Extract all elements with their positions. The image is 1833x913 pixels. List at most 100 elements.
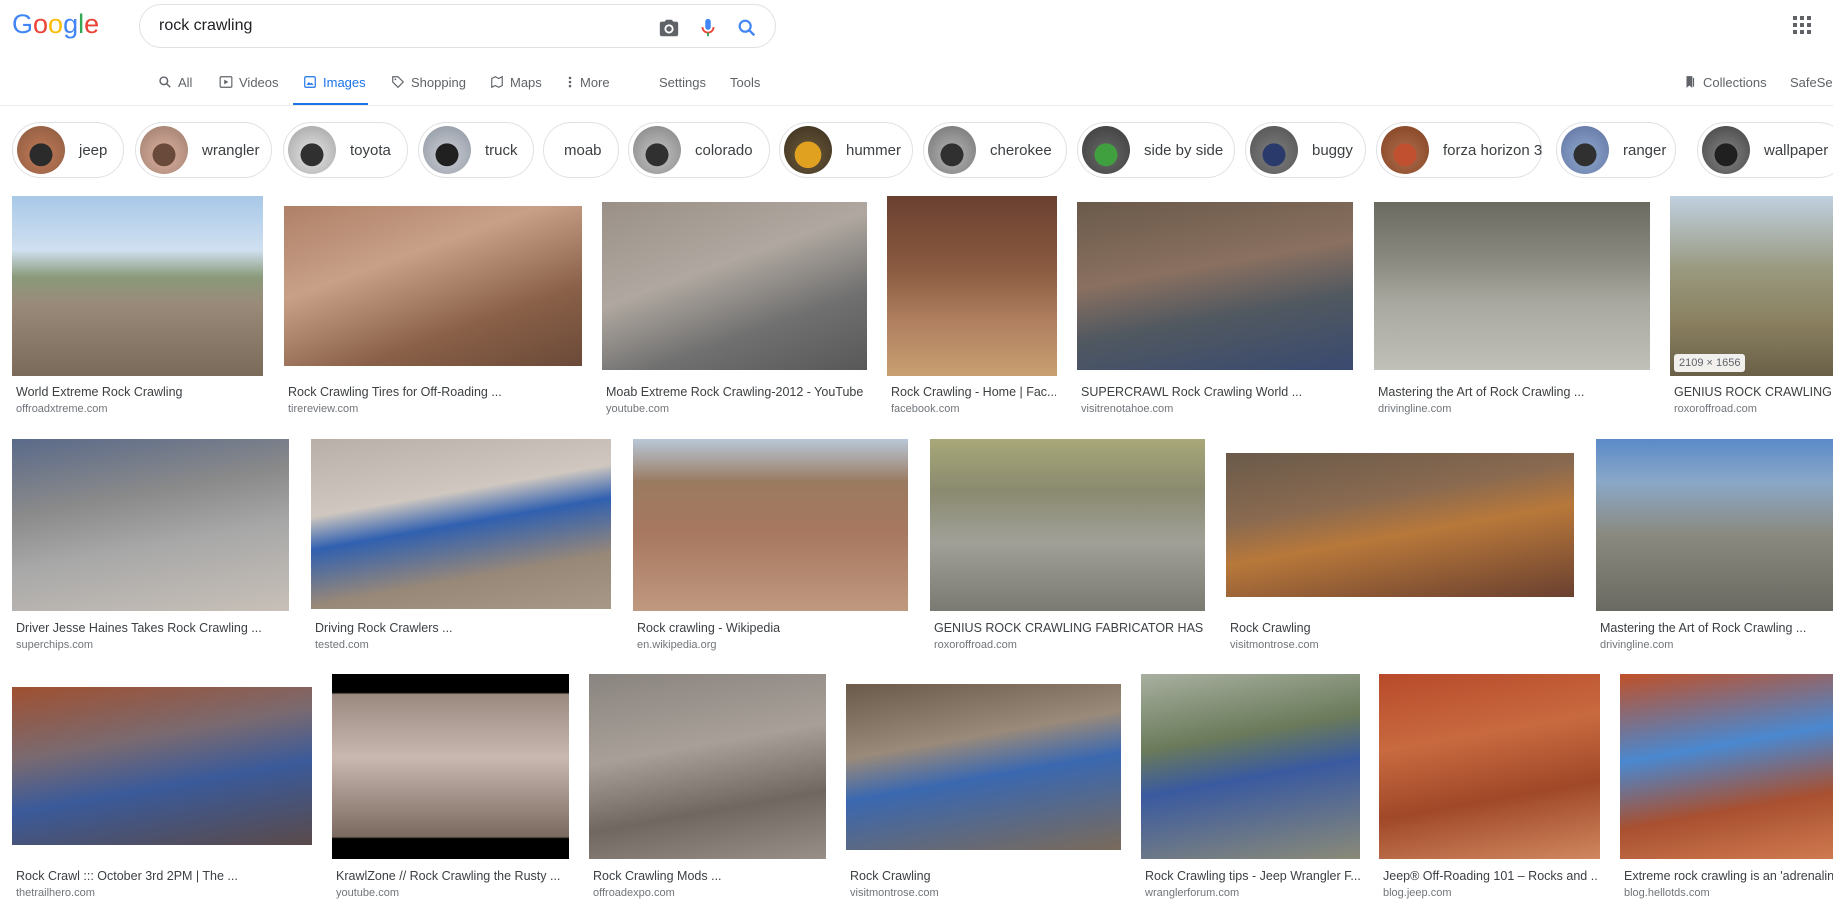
image-result[interactable]: Rock Crawling tips - Jeep Wrangler F... … bbox=[1141, 674, 1360, 900]
result-source[interactable]: visitrenotahoe.com bbox=[1081, 403, 1173, 415]
image-result[interactable]: Rock Crawling Tires for Off-Roading ... … bbox=[284, 196, 582, 422]
image-result[interactable]: Rock Crawling visitmontrose.com bbox=[1226, 439, 1574, 657]
chip-wrangler[interactable]: wrangler bbox=[135, 122, 272, 178]
image-result[interactable]: SUPERCRAWL Rock Crawling World ... visit… bbox=[1077, 196, 1353, 422]
result-title[interactable]: Moab Extreme Rock Crawling-2012 - YouTub… bbox=[606, 385, 866, 399]
image-result[interactable]: Jeep® Off-Roading 101 – Rocks and ... bl… bbox=[1379, 674, 1600, 900]
image-result[interactable]: Driver Jesse Haines Takes Rock Crawling … bbox=[12, 439, 289, 657]
collections-link[interactable]: Collections bbox=[1683, 66, 1767, 106]
image-result[interactable]: 2109 × 1656 GENIUS ROCK CRAWLING FA roxo… bbox=[1670, 196, 1833, 422]
chip-colorado[interactable]: colorado bbox=[628, 122, 770, 178]
safesearch-link[interactable]: SafeSea bbox=[1790, 66, 1833, 106]
chip-cherokee[interactable]: cherokee bbox=[923, 122, 1067, 178]
result-title[interactable]: Rock Crawling tips - Jeep Wrangler F... bbox=[1145, 869, 1360, 883]
result-source[interactable]: en.wikipedia.org bbox=[637, 639, 717, 651]
result-thumbnail[interactable] bbox=[332, 674, 569, 859]
image-result[interactable]: Moab Extreme Rock Crawling-2012 - YouTub… bbox=[602, 196, 867, 422]
result-title[interactable]: Rock Crawling Tires for Off-Roading ... bbox=[288, 385, 578, 399]
chip-ranger[interactable]: ranger bbox=[1556, 122, 1676, 178]
result-thumbnail[interactable] bbox=[1226, 453, 1574, 597]
result-source[interactable]: roxoroffroad.com bbox=[934, 639, 1017, 651]
tab-images[interactable]: Images bbox=[293, 66, 368, 106]
result-source[interactable]: visitmontrose.com bbox=[850, 887, 939, 899]
result-thumbnail[interactable] bbox=[12, 196, 263, 376]
result-thumbnail[interactable] bbox=[930, 439, 1205, 611]
image-result[interactable]: Rock Crawling - Home | Fac... facebook.c… bbox=[887, 196, 1057, 422]
result-source[interactable]: visitmontrose.com bbox=[1230, 639, 1319, 651]
result-source[interactable]: offroadexpo.com bbox=[593, 887, 675, 899]
tab-maps[interactable]: Maps bbox=[490, 66, 542, 106]
image-result[interactable]: World Extreme Rock Crawling offroadxtrem… bbox=[12, 196, 263, 422]
result-source[interactable]: tirereview.com bbox=[288, 403, 358, 415]
result-title[interactable]: KrawlZone // Rock Crawling the Rusty ... bbox=[336, 869, 566, 883]
image-result[interactable]: GENIUS ROCK CRAWLING FABRICATOR HAS A ..… bbox=[930, 439, 1205, 657]
result-title[interactable]: Rock Crawling bbox=[850, 869, 1120, 883]
result-source[interactable]: tested.com bbox=[315, 639, 369, 651]
search-icon[interactable] bbox=[736, 17, 758, 39]
chip-moab[interactable]: moab bbox=[543, 122, 619, 178]
result-thumbnail[interactable] bbox=[887, 196, 1057, 376]
result-source[interactable]: drivingline.com bbox=[1600, 639, 1673, 651]
result-thumbnail[interactable] bbox=[846, 684, 1121, 850]
result-title[interactable]: Mastering the Art of Rock Crawling ... bbox=[1600, 621, 1830, 635]
chip-toyota[interactable]: toyota bbox=[283, 122, 408, 178]
result-thumbnail[interactable] bbox=[284, 206, 582, 366]
image-result[interactable]: Rock Crawling Mods ... offroadexpo.com bbox=[589, 674, 826, 900]
result-source[interactable]: blog.jeep.com bbox=[1383, 887, 1452, 899]
chip-hummer[interactable]: hummer bbox=[779, 122, 913, 178]
result-thumbnail[interactable]: 2109 × 1656 bbox=[1670, 196, 1833, 376]
result-title[interactable]: Extreme rock crawling is an 'adrenalin bbox=[1624, 869, 1833, 883]
result-thumbnail[interactable] bbox=[311, 439, 611, 609]
chip-forza-horizon-3[interactable]: forza horizon 3 bbox=[1376, 122, 1542, 178]
result-thumbnail[interactable] bbox=[602, 202, 867, 370]
image-result[interactable]: Rock Crawl ::: October 3rd 2PM | The ...… bbox=[12, 674, 312, 900]
result-thumbnail[interactable] bbox=[12, 439, 289, 611]
result-title[interactable]: GENIUS ROCK CRAWLING FA bbox=[1674, 385, 1833, 399]
chip-side-by-side[interactable]: side by side bbox=[1077, 122, 1235, 178]
microphone-icon[interactable] bbox=[697, 17, 719, 39]
chip-wallpaper[interactable]: wallpaper bbox=[1697, 122, 1833, 178]
result-thumbnail[interactable] bbox=[1077, 202, 1353, 370]
result-title[interactable]: Rock Crawling Mods ... bbox=[593, 869, 823, 883]
result-thumbnail[interactable] bbox=[1620, 674, 1833, 859]
result-source[interactable]: offroadxtreme.com bbox=[16, 403, 108, 415]
camera-icon[interactable] bbox=[658, 17, 680, 39]
result-source[interactable]: roxoroffroad.com bbox=[1674, 403, 1757, 415]
result-source[interactable]: facebook.com bbox=[891, 403, 959, 415]
result-source[interactable]: superchips.com bbox=[16, 639, 93, 651]
result-thumbnail[interactable] bbox=[1596, 439, 1833, 611]
image-result[interactable]: Mastering the Art of Rock Crawling ... d… bbox=[1374, 196, 1650, 422]
result-source[interactable]: thetrailhero.com bbox=[16, 887, 95, 899]
result-title[interactable]: Driving Rock Crawlers ... bbox=[315, 621, 610, 635]
result-thumbnail[interactable] bbox=[1141, 674, 1360, 859]
result-title[interactable]: Mastering the Art of Rock Crawling ... bbox=[1378, 385, 1648, 399]
chip-buggy[interactable]: buggy bbox=[1245, 122, 1366, 178]
image-result[interactable]: KrawlZone // Rock Crawling the Rusty ...… bbox=[332, 674, 569, 900]
result-title[interactable]: GENIUS ROCK CRAWLING FABRICATOR HAS A ..… bbox=[934, 621, 1204, 635]
search-input[interactable] bbox=[159, 13, 629, 39]
result-source[interactable]: drivingline.com bbox=[1378, 403, 1451, 415]
image-result[interactable]: Mastering the Art of Rock Crawling ... d… bbox=[1596, 439, 1833, 657]
image-result[interactable]: Rock Crawling visitmontrose.com bbox=[846, 674, 1121, 900]
apps-grid-icon[interactable] bbox=[1792, 15, 1812, 35]
result-title[interactable]: Driver Jesse Haines Takes Rock Crawling … bbox=[16, 621, 286, 635]
result-thumbnail[interactable] bbox=[589, 674, 826, 859]
tab-more[interactable]: More bbox=[566, 66, 610, 106]
tab-all[interactable]: All bbox=[158, 66, 192, 106]
google-logo[interactable]: Google bbox=[12, 9, 104, 41]
result-title[interactable]: Rock Crawl ::: October 3rd 2PM | The ... bbox=[16, 869, 311, 883]
image-result[interactable]: Rock crawling - Wikipedia en.wikipedia.o… bbox=[633, 439, 908, 657]
tab-shopping[interactable]: Shopping bbox=[391, 66, 466, 106]
result-thumbnail[interactable] bbox=[1379, 674, 1600, 859]
search-box[interactable] bbox=[139, 4, 776, 48]
settings-link[interactable]: Settings bbox=[659, 66, 706, 106]
result-source[interactable]: youtube.com bbox=[336, 887, 399, 899]
image-result[interactable]: Extreme rock crawling is an 'adrenalin b… bbox=[1620, 674, 1833, 900]
chip-truck[interactable]: truck bbox=[418, 122, 534, 178]
tools-link[interactable]: Tools bbox=[730, 66, 760, 106]
result-source[interactable]: wranglerforum.com bbox=[1145, 887, 1239, 899]
result-title[interactable]: Jeep® Off-Roading 101 – Rocks and ... bbox=[1383, 869, 1598, 883]
result-source[interactable]: youtube.com bbox=[606, 403, 669, 415]
result-thumbnail[interactable] bbox=[633, 439, 908, 611]
image-result[interactable]: Driving Rock Crawlers ... tested.com bbox=[311, 439, 611, 657]
